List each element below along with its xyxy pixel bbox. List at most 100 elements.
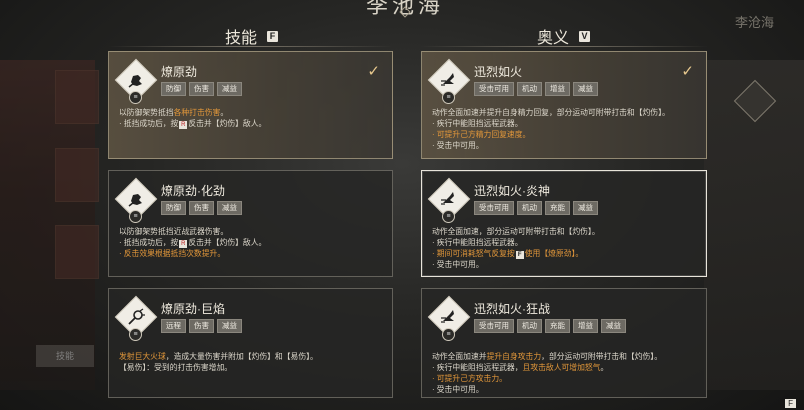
text-segment: 动作全面加速，部分运动可附带打击和【灼伤】。 — [432, 227, 600, 236]
r-key-icon: R — [179, 240, 188, 248]
text-segment: 。 — [220, 108, 229, 117]
menu-icon: ≡ — [442, 210, 455, 223]
tag-list: 受击可用 机动 充能 减益 — [474, 201, 598, 215]
tag-badge: 受击可用 — [474, 82, 514, 96]
description-line: · 可提升己方精力回复速度。 — [432, 129, 698, 140]
menu-icon: ≡ — [442, 91, 455, 104]
tag-badge: 机动 — [517, 319, 542, 333]
card-description: 发射巨大火球，造成大量伤害并附加【灼伤】和【易伤】。 【易伤】：受到的打击伤害增加… — [119, 351, 384, 373]
card-description: 以防御架势抵挡各种打击伤害。 · 抵挡成功后，按 R 反击并【灼伤】敌人。 — [119, 107, 384, 129]
tag-list: 受击可用 机动 充能 增益 减益 — [474, 319, 626, 333]
tag-list: 远程 伤害 减益 — [161, 319, 242, 333]
ultimates-header-label: 奥义 — [537, 30, 570, 47]
text-segment: 【易伤】：受到的打击伤害增加。 — [119, 363, 233, 372]
text-segment: 反击并【灼伤】敌人。 — [188, 119, 267, 128]
highlight-segment: 各种打击伤害 — [173, 108, 221, 117]
text-segment: ，部分运动可附带打击和【灼伤】。 — [541, 352, 663, 361]
v-key-icon: V — [579, 30, 591, 42]
text-segment: · 抵挡成功后，按 — [119, 238, 179, 247]
skill-card[interactable]: ≡ 燎原劲 防御 伤害 减益 ✓ 以防御架势抵挡各种打击伤害。 · 抵挡成功后，按 R 反击并【灼… — [108, 51, 393, 159]
tag-badge: 充能 — [545, 201, 570, 215]
text-segment: · 疾行中能阻挡远程武器。 — [432, 119, 523, 128]
description-line: 动作全面加速，部分运动可附带打击和【灼伤】。 — [432, 226, 698, 237]
portrait-thumb — [55, 70, 99, 124]
highlight-segment: 提升自身攻击力 — [486, 352, 542, 361]
card-description: 动作全面加速，部分运动可附带打击和【灼伤】。 · 疾行中能阻挡远程武器。 · 期间可… — [432, 226, 698, 270]
divider — [108, 46, 393, 47]
description-line: 动作全面加速并提升自身精力回复，部分运动可附带打击和【灼伤】。 — [432, 107, 698, 118]
portrait-thumb — [55, 225, 99, 279]
description-line: 【易伤】：受到的打击伤害增加。 — [119, 362, 384, 373]
highlight-segment: 发射巨大火球 — [119, 352, 166, 361]
ultimate-card[interactable]: ≡ 迅烈如火·炎神受击可用 机动 充能 减益动作全面加速，部分运动可附带打击和【灼伤】。… — [421, 170, 707, 277]
tag-badge: 增益 — [545, 82, 570, 96]
description-line: · 受击中可用。 — [432, 259, 698, 270]
description-line: · 受击中可用。 — [432, 384, 698, 395]
text-segment: · 受击中可用。 — [432, 260, 484, 269]
text-segment: 以防御架势抵挡 — [119, 108, 174, 117]
r-key-icon: R — [179, 121, 188, 129]
text-segment: 动作全面加速并提升自身精力回复，部分运动可附带打击和【灼伤】。 — [432, 108, 670, 117]
tag-badge: 受击可用 — [474, 201, 514, 215]
tag-list: 防御 伤害 减益 — [161, 201, 242, 215]
text-segment: 以防御架势抵挡近战武器伤害。 — [119, 227, 229, 236]
card-title: 燎原劲·化劲 — [161, 184, 225, 198]
tag-badge: 防御 — [161, 201, 186, 215]
f-key-icon: F — [515, 251, 524, 259]
card-description: 动作全面加速并提升自身精力回复，部分运动可附带打击和【灼伤】。 · 疾行中能阻挡远… — [432, 107, 698, 151]
text-segment: 动作全面加速并 — [432, 352, 487, 361]
corner-key-hint: F — [785, 399, 796, 408]
menu-icon: ≡ — [442, 328, 455, 341]
ultimate-card[interactable]: ≡ 迅烈如火受击可用 机动 增益 减益 ✓ 动作全面加速并提升自身精力回复，部分运动可附带打… — [421, 51, 707, 159]
card-title: 迅烈如火 — [474, 65, 523, 79]
tag-badge: 远程 — [161, 319, 186, 333]
card-description: 以防御架势抵挡近战武器伤害。 · 抵挡成功后，按 R 反击并【灼伤】敌人。 · 反击效果… — [119, 226, 384, 259]
skill-card[interactable]: ≡ 燎原劲·化劲 防御 伤害 减益 以防御架势抵挡近战武器伤害。 · 抵挡成功后，按 R 反击并… — [108, 170, 393, 277]
description-line: 以防御架势抵挡近战武器伤害。 — [119, 226, 384, 237]
ultimates-header[interactable]: 奥义 V — [537, 24, 591, 48]
tag-badge: 减益 — [601, 319, 626, 333]
skills-header[interactable]: 技能 F — [225, 24, 279, 48]
text-segment: · 疾行中能阻挡远程武器。 — [432, 238, 523, 247]
card-title: 迅烈如火·炎神 — [474, 184, 550, 198]
description-line: 以防御架势抵挡各种打击伤害。 — [119, 107, 384, 118]
bottom-left-tab[interactable]: 技能 — [36, 345, 94, 367]
description-line: · 抵挡成功后，按 R 反击并【灼伤】敌人。 — [119, 237, 384, 248]
tag-badge: 减益 — [217, 201, 242, 215]
text-segment: 反击并【灼伤】敌人。 — [188, 238, 267, 247]
portrait-thumb — [55, 148, 99, 202]
divider — [420, 46, 708, 47]
highlight-segment: 使用【燎原劲】。 — [524, 249, 584, 258]
description-line: · 疾行中能阻挡远程武器。 — [432, 237, 698, 248]
tag-badge: 机动 — [517, 201, 542, 215]
tag-badge: 机动 — [517, 82, 542, 96]
highlight-segment: · 可提升己方攻击力。 — [432, 374, 507, 383]
text-segment: · 疾行中能阻挡远程武器， — [432, 363, 523, 372]
text-segment: · 抵挡成功后，按 — [119, 119, 179, 128]
tag-badge: 受击可用 — [474, 319, 514, 333]
tag-badge: 减益 — [573, 82, 598, 96]
tag-badge: 增益 — [573, 319, 598, 333]
card-title: 迅烈如火·狂战 — [474, 302, 550, 316]
menu-icon: ≡ — [129, 91, 142, 104]
text-segment: · 受击中可用。 — [432, 141, 484, 150]
tag-badge: 减益 — [217, 82, 242, 96]
description-line: · 抵挡成功后，按 R 反击并【灼伤】敌人。 — [119, 118, 384, 129]
background-character-list — [0, 60, 99, 390]
tag-badge: 伤害 — [189, 201, 214, 215]
ultimate-card[interactable]: ≡ 迅烈如火·狂战受击可用 机动 充能 增益 减益动作全面加速并提升自身攻击力，部分运动可… — [421, 288, 707, 398]
description-line: · 疾行中能阻挡远程武器，且攻击敌人可增加怒气。 — [432, 362, 698, 373]
highlight-segment: · 可提升己方精力回复速度。 — [432, 130, 531, 139]
description-line: · 期间可消耗怒气反复按 F 使用【燎原劲】。 — [432, 248, 698, 259]
description-line: · 反击效果根据抵挡次数提升。 — [119, 248, 384, 259]
menu-icon: ≡ — [129, 328, 142, 341]
tag-badge: 伤害 — [189, 319, 214, 333]
description-line: · 可提升己方攻击力。 — [432, 373, 698, 384]
card-title: 燎原劲 — [161, 65, 198, 79]
character-name: 李沧海 — [734, 15, 774, 30]
equipped-check-icon: ✓ — [681, 63, 694, 80]
highlight-segment: · 反击效果根据抵挡次数提升。 — [119, 249, 226, 258]
f-key-icon: F — [267, 30, 279, 42]
skill-card[interactable]: ≡ 燎原劲·巨焰 远程 伤害 减益 发射巨大火球，造成大量伤害并附加【灼伤】和【易伤】。【… — [108, 288, 393, 398]
description-line: 发射巨大火球，造成大量伤害并附加【灼伤】和【易伤】。 — [119, 351, 384, 362]
